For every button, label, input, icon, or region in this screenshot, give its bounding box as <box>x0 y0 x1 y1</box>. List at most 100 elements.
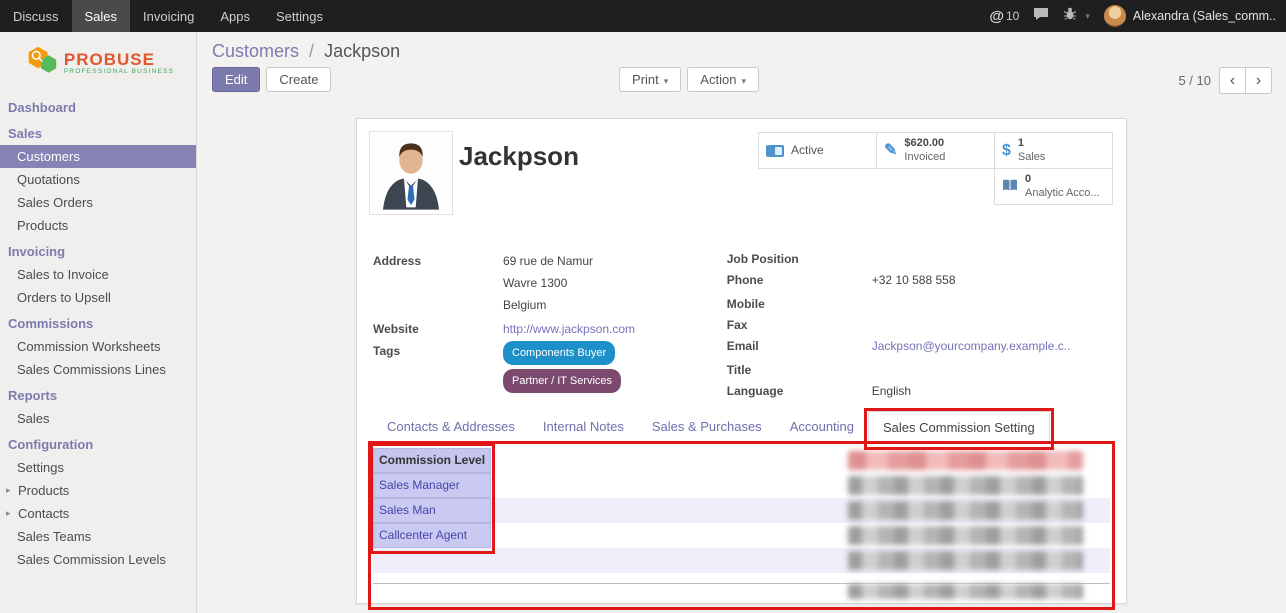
menu-invoicing[interactable]: Invoicing <box>130 0 207 32</box>
caret-down-icon: ▾ <box>1085 11 1090 22</box>
logo-hexagons-icon <box>22 44 60 83</box>
sidebar-item-sales-orders[interactable]: Sales Orders <box>0 191 196 214</box>
sidebar-item-reports-sales[interactable]: Sales <box>0 407 196 430</box>
menu-settings[interactable]: Settings <box>263 0 336 32</box>
tag-partner-it-services: Partner / IT Services <box>503 369 621 393</box>
language-value: English <box>872 383 911 399</box>
sidebar-heading-dashboard[interactable]: Dashboard <box>0 93 196 119</box>
fax-label: Fax <box>727 317 872 333</box>
job-position-label: Job Position <box>727 251 872 267</box>
pager-count: 5 / 10 <box>1178 73 1211 88</box>
tab-internal-notes[interactable]: Internal Notes <box>529 411 638 441</box>
tab-sales-purchases[interactable]: Sales & Purchases <box>638 411 776 441</box>
redacted-data <box>848 551 1083 570</box>
action-dropdown[interactable]: Action ▾ <box>687 67 759 92</box>
action-label: Action <box>700 72 736 87</box>
sidebar-item-config-contacts[interactable]: ▸ Contacts <box>0 502 196 525</box>
stat-label: Analytic Acco... <box>1025 187 1100 201</box>
website-link[interactable]: http://www.jackpson.com <box>503 319 635 339</box>
tag-list: Components Buyer Partner / IT Services <box>503 341 621 393</box>
edit-button[interactable]: Edit <box>212 67 260 92</box>
sidebar-item-customers[interactable]: Customers <box>0 145 196 168</box>
pager-next-button[interactable]: › <box>1245 67 1272 94</box>
menu-apps[interactable]: Apps <box>207 0 263 32</box>
chevron-right-icon: ▸ <box>6 508 14 519</box>
sidebar-heading-reports[interactable]: Reports <box>0 381 196 407</box>
stat-value: $620.00 <box>904 137 945 151</box>
customer-photo[interactable] <box>369 131 453 215</box>
user-name: Alexandra (Sales_comm.. <box>1133 9 1276 23</box>
pencil-icon: ✎ <box>884 143 897 159</box>
breadcrumb-current: Jackpson <box>324 41 400 61</box>
menu-discuss[interactable]: Discuss <box>0 0 72 32</box>
sidebar-item-commission-worksheets[interactable]: Commission Worksheets <box>0 335 196 358</box>
active-toggle-icon <box>766 145 784 157</box>
address-value: 69 rue de Namur Wavre 1300 Belgium <box>503 251 593 317</box>
table-row-sales-man[interactable]: Sales Man <box>373 498 1110 523</box>
table-row-callcenter-agent[interactable]: Callcenter Agent <box>373 523 1110 548</box>
sidebar-heading-invoicing[interactable]: Invoicing <box>0 237 196 263</box>
stat-sales-button[interactable]: $ 1 Sales <box>994 132 1113 169</box>
print-label: Print <box>632 72 659 87</box>
stat-label: Sales <box>1018 151 1046 165</box>
chat-icon <box>1033 7 1049 26</box>
stat-value: 1 <box>1018 137 1046 151</box>
tab-accounting[interactable]: Accounting <box>776 411 868 441</box>
commission-table: Commission Level Sales Manager Sales Man… <box>373 448 1110 602</box>
sidebar-item-label: Contacts <box>18 506 69 521</box>
pager-prev-button[interactable]: ‹ <box>1219 67 1246 94</box>
print-dropdown[interactable]: Print▾ <box>619 67 681 92</box>
tags-label: Tags <box>373 341 503 393</box>
stat-value: 0 <box>1025 173 1100 187</box>
commission-level-cell[interactable]: Sales Man <box>373 498 491 523</box>
probuse-logo: PROBUSE PROFESSIONAL BUSINESS <box>0 32 196 93</box>
create-button[interactable]: Create <box>266 67 331 92</box>
sidebar-item-label: Products <box>18 483 69 498</box>
commission-level-cell[interactable]: Callcenter Agent <box>373 523 491 548</box>
email-label: Email <box>727 338 872 354</box>
table-row-sales-manager[interactable]: Sales Manager <box>373 473 1110 498</box>
stat-active-button[interactable]: Active <box>758 132 877 169</box>
mention-icon: @ <box>989 8 1004 25</box>
sidebar-item-sales-commission-levels[interactable]: Sales Commission Levels <box>0 548 196 571</box>
user-avatar <box>1104 5 1126 27</box>
sidebar-item-products[interactable]: Products <box>0 214 196 237</box>
stat-invoiced-button[interactable]: ✎ $620.00 Invoiced <box>876 132 995 169</box>
title-label: Title <box>727 362 872 378</box>
stat-label: Invoiced <box>904 151 945 165</box>
tab-sales-commission-setting[interactable]: Sales Commission Setting <box>868 411 1050 442</box>
sidebar-item-sales-to-invoice[interactable]: Sales to Invoice <box>0 263 196 286</box>
book-icon <box>1002 179 1018 195</box>
caret-down-icon: ▾ <box>741 76 746 86</box>
phone-value: +32 10 588 558 <box>872 272 956 288</box>
breadcrumb-customers[interactable]: Customers <box>212 41 299 61</box>
bug-icon <box>1063 7 1077 25</box>
breadcrumb: Customers / Jackpson <box>212 41 400 62</box>
menu-sales[interactable]: Sales <box>72 0 131 32</box>
sidebar-item-orders-to-upsell[interactable]: Orders to Upsell <box>0 286 196 309</box>
sidebar-item-sales-teams[interactable]: Sales Teams <box>0 525 196 548</box>
sidebar-heading-commissions[interactable]: Commissions <box>0 309 196 335</box>
email-link[interactable]: Jackpson@yourcompany.example.c.. <box>872 338 1071 354</box>
chat-button[interactable] <box>1033 7 1049 26</box>
logo-name: PROBUSE <box>64 51 174 69</box>
table-footer-row <box>373 584 1110 602</box>
sidebar-heading-sales[interactable]: Sales <box>0 119 196 145</box>
sidebar-item-quotations[interactable]: Quotations <box>0 168 196 191</box>
sidebar-heading-configuration[interactable]: Configuration <box>0 430 196 456</box>
mention-counter[interactable]: @ 10 <box>989 8 1019 25</box>
record-title: Jackpson <box>459 141 579 172</box>
stat-analytic-accounts-button[interactable]: 0 Analytic Acco... <box>994 168 1113 205</box>
tab-bar: Contacts & Addresses Internal Notes Sale… <box>373 411 1110 442</box>
column-header-commission-level[interactable]: Commission Level <box>373 448 491 473</box>
sidebar-item-settings[interactable]: Settings <box>0 456 196 479</box>
commission-level-cell[interactable]: Sales Manager <box>373 473 491 498</box>
debug-menu[interactable]: ▾ <box>1063 7 1090 25</box>
sidebar-item-config-products[interactable]: ▸ Products <box>0 479 196 502</box>
sidebar-item-sales-commissions-lines[interactable]: Sales Commissions Lines <box>0 358 196 381</box>
mention-count: 10 <box>1006 9 1019 23</box>
user-menu[interactable]: Alexandra (Sales_comm.. <box>1104 5 1276 27</box>
logo-tagline: PROFESSIONAL BUSINESS <box>64 69 174 76</box>
top-menu: Discuss Sales Invoicing Apps Settings <box>0 0 336 32</box>
tab-contacts-addresses[interactable]: Contacts & Addresses <box>373 411 529 441</box>
